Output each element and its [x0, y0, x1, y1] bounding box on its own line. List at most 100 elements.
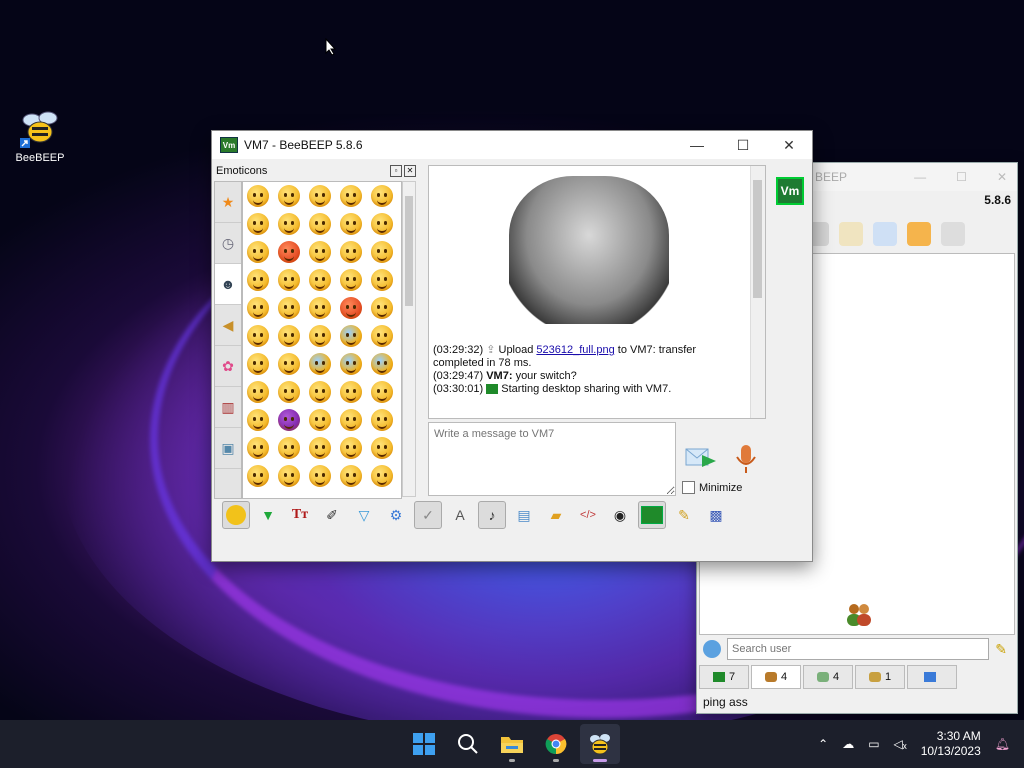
emoticon[interactable]: [247, 381, 269, 403]
emoticon[interactable]: [247, 297, 269, 319]
cloud-offline-icon[interactable]: ☁: [842, 737, 854, 751]
maximize-button[interactable]: ☐: [956, 163, 967, 191]
notes-button[interactable]: ✎: [670, 501, 698, 529]
emoticon[interactable]: [247, 213, 269, 235]
minimize-button[interactable]: —: [914, 163, 926, 191]
emoticon[interactable]: [371, 241, 393, 263]
tab-users[interactable]: 4: [751, 665, 801, 689]
emoticon[interactable]: [278, 437, 300, 459]
emoticon[interactable]: [371, 409, 393, 431]
desktop-icon-beebeep[interactable]: BeeBEEP: [12, 108, 68, 164]
settings-icon[interactable]: [703, 640, 721, 658]
float-panel-button[interactable]: ▫: [390, 165, 402, 177]
emoticon[interactable]: [247, 325, 269, 347]
emoticon[interactable]: [371, 465, 393, 487]
chat-history[interactable]: (03:29:32) ⇪ Upload 523612_full.png to V…: [428, 165, 766, 419]
emoticon[interactable]: [278, 353, 300, 375]
emoticon[interactable]: [309, 185, 331, 207]
emoticon[interactable]: [309, 325, 331, 347]
category-nature[interactable]: ✿: [215, 346, 241, 387]
emoticon[interactable]: [247, 241, 269, 263]
chevron-up-icon[interactable]: ⌃: [818, 737, 828, 751]
emoticon[interactable]: [278, 213, 300, 235]
notification-bell-icon[interactable]: 🔔︎: [995, 737, 1010, 751]
emoticon[interactable]: [278, 241, 300, 263]
emoticon[interactable]: [309, 353, 331, 375]
send-icon[interactable]: [684, 443, 718, 473]
emoticon[interactable]: [278, 381, 300, 403]
emoticon[interactable]: [340, 297, 362, 319]
emoticon[interactable]: [309, 269, 331, 291]
emoticon[interactable]: [340, 409, 362, 431]
emoticon[interactable]: [309, 241, 331, 263]
emoticon[interactable]: [247, 269, 269, 291]
emoticon[interactable]: [340, 465, 362, 487]
close-button[interactable]: ✕: [997, 163, 1007, 191]
filter-button[interactable]: ▽: [350, 501, 378, 529]
emoticon[interactable]: [340, 325, 362, 347]
spellcheck-button[interactable]: ✓: [414, 501, 442, 529]
microphone-icon[interactable]: [734, 443, 758, 477]
minimize-button[interactable]: —: [674, 131, 720, 159]
chrome-button[interactable]: [536, 724, 576, 764]
emoticon[interactable]: [278, 465, 300, 487]
emoticon[interactable]: [247, 353, 269, 375]
window-title-bar[interactable]: Vm VM7 - BeeBEEP 5.8.6 — ☐ ✕: [212, 131, 812, 159]
emoticon[interactable]: [371, 325, 393, 347]
send-file-button[interactable]: ▤: [510, 501, 538, 529]
font-button[interactable]: Tт: [286, 501, 314, 529]
screenshot-button[interactable]: ◉: [606, 501, 634, 529]
start-button[interactable]: [404, 724, 444, 764]
maximize-button[interactable]: ☐: [720, 131, 766, 159]
minimize-checkbox-row[interactable]: Minimize: [682, 481, 742, 494]
chat-window[interactable]: Vm VM7 - BeeBEEP 5.8.6 — ☐ ✕ Emoticons ▫…: [211, 130, 813, 562]
close-button[interactable]: ✕: [766, 131, 812, 159]
emoticon[interactable]: [340, 381, 362, 403]
save-button[interactable]: ▩: [702, 501, 730, 529]
emoticon[interactable]: [309, 381, 331, 403]
minimize-checkbox[interactable]: [682, 481, 695, 494]
clear-search-icon[interactable]: ✎: [995, 641, 1007, 658]
emoticon[interactable]: [340, 185, 362, 207]
file-link[interactable]: 523612_full.png: [536, 344, 614, 356]
emoticon[interactable]: [247, 437, 269, 459]
emoticon[interactable]: [340, 241, 362, 263]
tab-groups[interactable]: 1: [855, 665, 905, 689]
code-button[interactable]: </>: [574, 501, 602, 529]
expand-button[interactable]: ▼: [254, 501, 282, 529]
shared-image[interactable]: [509, 176, 669, 324]
settings-button[interactable]: ⚙: [382, 501, 410, 529]
emoticons-button[interactable]: [222, 501, 250, 529]
beebeep-taskbar-button[interactable]: [580, 724, 620, 764]
emoticon[interactable]: [309, 297, 331, 319]
tab-chats[interactable]: 4: [803, 665, 853, 689]
search-button[interactable]: [448, 724, 488, 764]
emoticon[interactable]: [371, 297, 393, 319]
category-favorites[interactable]: ★: [215, 182, 241, 223]
emoticon[interactable]: [371, 437, 393, 459]
tab-shares[interactable]: [907, 665, 957, 689]
close-panel-button[interactable]: ✕: [404, 165, 416, 177]
network-icon[interactable]: ▭: [868, 737, 879, 751]
update-icon[interactable]: [907, 222, 931, 246]
emoticon[interactable]: [371, 185, 393, 207]
search-user-input[interactable]: [727, 638, 990, 660]
emoticon[interactable]: [309, 437, 331, 459]
category-recent[interactable]: ◷: [215, 223, 241, 264]
text-button[interactable]: A: [446, 501, 474, 529]
emoticon[interactable]: [278, 297, 300, 319]
sound-button[interactable]: ♪: [478, 501, 506, 529]
emoticon[interactable]: [309, 409, 331, 431]
emoticon[interactable]: [340, 437, 362, 459]
emoticon[interactable]: [340, 353, 362, 375]
clock[interactable]: 3:30 AM 10/13/2023: [921, 729, 981, 759]
category-places[interactable]: ▥: [215, 387, 241, 428]
emoticon[interactable]: [247, 185, 269, 207]
emoticon[interactable]: [309, 465, 331, 487]
scrollbar-thumb[interactable]: [753, 180, 762, 298]
desktop-share-button[interactable]: [638, 501, 666, 529]
category-symbols[interactable]: ▣: [215, 428, 241, 469]
emoticon[interactable]: [247, 409, 269, 431]
emoticon[interactable]: [340, 269, 362, 291]
emoticon[interactable]: [309, 213, 331, 235]
